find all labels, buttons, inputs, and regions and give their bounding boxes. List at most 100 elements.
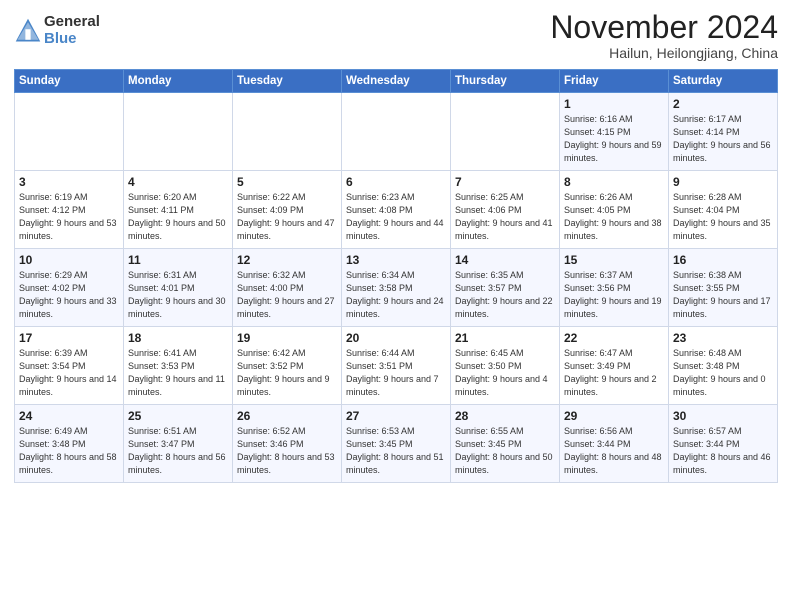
day-number: 21 (455, 331, 555, 345)
day-number: 28 (455, 409, 555, 423)
day-number: 16 (673, 253, 773, 267)
day-info: Sunrise: 6:52 AM Sunset: 3:46 PM Dayligh… (237, 425, 337, 477)
cell-1-4 (342, 93, 451, 171)
day-number: 11 (128, 253, 228, 267)
cell-4-7: 23 Sunrise: 6:48 AM Sunset: 3:48 PM Dayli… (669, 327, 778, 405)
day-info: Sunrise: 6:17 AM Sunset: 4:14 PM Dayligh… (673, 113, 773, 165)
day-info: Sunrise: 6:35 AM Sunset: 3:57 PM Dayligh… (455, 269, 555, 321)
cell-3-5: 14 Sunrise: 6:35 AM Sunset: 3:57 PM Dayli… (451, 249, 560, 327)
day-info: Sunrise: 6:38 AM Sunset: 3:55 PM Dayligh… (673, 269, 773, 321)
cell-2-7: 9 Sunrise: 6:28 AM Sunset: 4:04 PM Daylig… (669, 171, 778, 249)
cell-5-1: 24 Sunrise: 6:49 AM Sunset: 3:48 PM Dayli… (15, 405, 124, 483)
calendar-header: Sunday Monday Tuesday Wednesday Thursday… (15, 70, 778, 93)
cell-1-2 (124, 93, 233, 171)
day-info: Sunrise: 6:51 AM Sunset: 3:47 PM Dayligh… (128, 425, 228, 477)
day-info: Sunrise: 6:37 AM Sunset: 3:56 PM Dayligh… (564, 269, 664, 321)
day-number: 8 (564, 175, 664, 189)
cell-3-3: 12Sunrise: 6:32 AM Sunset: 4:00 PM Dayli… (233, 249, 342, 327)
day-number: 14 (455, 253, 555, 267)
cell-4-3: 19 Sunrise: 6:42 AM Sunset: 3:52 PM Dayli… (233, 327, 342, 405)
cell-2-4: 6 Sunrise: 6:23 AM Sunset: 4:08 PM Daylig… (342, 171, 451, 249)
title-block: November 2024 Hailun, Heilongjiang, Chin… (550, 10, 778, 61)
day-info: Sunrise: 6:25 AM Sunset: 4:06 PM Dayligh… (455, 191, 555, 243)
cell-1-3 (233, 93, 342, 171)
day-info: Sunrise: 6:28 AM Sunset: 4:04 PM Dayligh… (673, 191, 773, 243)
day-number: 24 (19, 409, 119, 423)
day-number: 13 (346, 253, 446, 267)
col-tuesday: Tuesday (233, 70, 342, 93)
cell-5-3: 26 Sunrise: 6:52 AM Sunset: 3:46 PM Dayli… (233, 405, 342, 483)
cell-5-7: 30 Sunrise: 6:57 AM Sunset: 3:44 PM Dayli… (669, 405, 778, 483)
day-number: 1 (564, 97, 664, 111)
day-number: 26 (237, 409, 337, 423)
day-info: Sunrise: 6:55 AM Sunset: 3:45 PM Dayligh… (455, 425, 555, 477)
day-number: 27 (346, 409, 446, 423)
calendar-table: Sunday Monday Tuesday Wednesday Thursday… (14, 69, 778, 483)
week-row-3: 10 Sunrise: 6:29 AM Sunset: 4:02 PM Dayli… (15, 249, 778, 327)
logo-general-text: General (44, 14, 100, 31)
cell-2-1: 3Sunrise: 6:19 AM Sunset: 4:12 PM Daylig… (15, 171, 124, 249)
cell-5-2: 25 Sunrise: 6:51 AM Sunset: 3:47 PM Dayli… (124, 405, 233, 483)
day-info: Sunrise: 6:53 AM Sunset: 3:45 PM Dayligh… (346, 425, 446, 477)
cell-4-1: 17Sunrise: 6:39 AM Sunset: 3:54 PM Dayli… (15, 327, 124, 405)
logo-text: General Blue (44, 14, 100, 47)
day-info: Sunrise: 6:23 AM Sunset: 4:08 PM Dayligh… (346, 191, 446, 243)
cell-3-6: 15 Sunrise: 6:37 AM Sunset: 3:56 PM Dayli… (560, 249, 669, 327)
day-info: Sunrise: 6:16 AM Sunset: 4:15 PM Dayligh… (564, 113, 664, 165)
cell-1-6: 1 Sunrise: 6:16 AM Sunset: 4:15 PM Daylig… (560, 93, 669, 171)
day-number: 15 (564, 253, 664, 267)
cell-1-5 (451, 93, 560, 171)
day-number: 29 (564, 409, 664, 423)
cell-3-1: 10 Sunrise: 6:29 AM Sunset: 4:02 PM Dayli… (15, 249, 124, 327)
day-number: 9 (673, 175, 773, 189)
day-info: Sunrise: 6:48 AM Sunset: 3:48 PM Dayligh… (673, 347, 773, 399)
cell-2-5: 7 Sunrise: 6:25 AM Sunset: 4:06 PM Daylig… (451, 171, 560, 249)
cell-3-2: 11 Sunrise: 6:31 AM Sunset: 4:01 PM Dayli… (124, 249, 233, 327)
day-info: Sunrise: 6:47 AM Sunset: 3:49 PM Dayligh… (564, 347, 664, 399)
col-saturday: Saturday (669, 70, 778, 93)
cell-2-2: 4Sunrise: 6:20 AM Sunset: 4:11 PM Daylig… (124, 171, 233, 249)
cell-3-7: 16 Sunrise: 6:38 AM Sunset: 3:55 PM Dayli… (669, 249, 778, 327)
cell-2-6: 8 Sunrise: 6:26 AM Sunset: 4:05 PM Daylig… (560, 171, 669, 249)
week-row-1: 1 Sunrise: 6:16 AM Sunset: 4:15 PM Daylig… (15, 93, 778, 171)
day-number: 30 (673, 409, 773, 423)
day-info: Sunrise: 6:39 AM Sunset: 3:54 PM Dayligh… (19, 347, 119, 399)
day-info: Sunrise: 6:31 AM Sunset: 4:01 PM Dayligh… (128, 269, 228, 321)
day-info: Sunrise: 6:22 AM Sunset: 4:09 PM Dayligh… (237, 191, 337, 243)
cell-2-3: 5 Sunrise: 6:22 AM Sunset: 4:09 PM Daylig… (233, 171, 342, 249)
day-info: Sunrise: 6:26 AM Sunset: 4:05 PM Dayligh… (564, 191, 664, 243)
header: General Blue November 2024 Hailun, Heilo… (14, 10, 778, 61)
cell-4-5: 21Sunrise: 6:45 AM Sunset: 3:50 PM Dayli… (451, 327, 560, 405)
logo-icon (14, 17, 42, 45)
cell-5-5: 28 Sunrise: 6:55 AM Sunset: 3:45 PM Dayli… (451, 405, 560, 483)
month-title: November 2024 (550, 10, 778, 45)
day-number: 10 (19, 253, 119, 267)
week-row-5: 24 Sunrise: 6:49 AM Sunset: 3:48 PM Dayli… (15, 405, 778, 483)
week-row-2: 3Sunrise: 6:19 AM Sunset: 4:12 PM Daylig… (15, 171, 778, 249)
day-number: 5 (237, 175, 337, 189)
header-row: Sunday Monday Tuesday Wednesday Thursday… (15, 70, 778, 93)
day-info: Sunrise: 6:42 AM Sunset: 3:52 PM Dayligh… (237, 347, 337, 399)
week-row-4: 17Sunrise: 6:39 AM Sunset: 3:54 PM Dayli… (15, 327, 778, 405)
day-info: Sunrise: 6:32 AM Sunset: 4:00 PM Dayligh… (237, 269, 337, 321)
day-info: Sunrise: 6:41 AM Sunset: 3:53 PM Dayligh… (128, 347, 228, 399)
day-number: 7 (455, 175, 555, 189)
day-number: 19 (237, 331, 337, 345)
location: Hailun, Heilongjiang, China (550, 45, 778, 61)
day-number: 6 (346, 175, 446, 189)
day-number: 3 (19, 175, 119, 189)
calendar-body: 1 Sunrise: 6:16 AM Sunset: 4:15 PM Daylig… (15, 93, 778, 483)
col-monday: Monday (124, 70, 233, 93)
day-info: Sunrise: 6:57 AM Sunset: 3:44 PM Dayligh… (673, 425, 773, 477)
day-number: 23 (673, 331, 773, 345)
day-number: 25 (128, 409, 228, 423)
cell-1-7: 2Sunrise: 6:17 AM Sunset: 4:14 PM Daylig… (669, 93, 778, 171)
day-info: Sunrise: 6:49 AM Sunset: 3:48 PM Dayligh… (19, 425, 119, 477)
day-info: Sunrise: 6:20 AM Sunset: 4:11 PM Dayligh… (128, 191, 228, 243)
col-sunday: Sunday (15, 70, 124, 93)
day-info: Sunrise: 6:29 AM Sunset: 4:02 PM Dayligh… (19, 269, 119, 321)
cell-3-4: 13Sunrise: 6:34 AM Sunset: 3:58 PM Dayli… (342, 249, 451, 327)
cell-5-4: 27 Sunrise: 6:53 AM Sunset: 3:45 PM Dayli… (342, 405, 451, 483)
day-number: 20 (346, 331, 446, 345)
logo-blue-text: Blue (44, 31, 100, 48)
